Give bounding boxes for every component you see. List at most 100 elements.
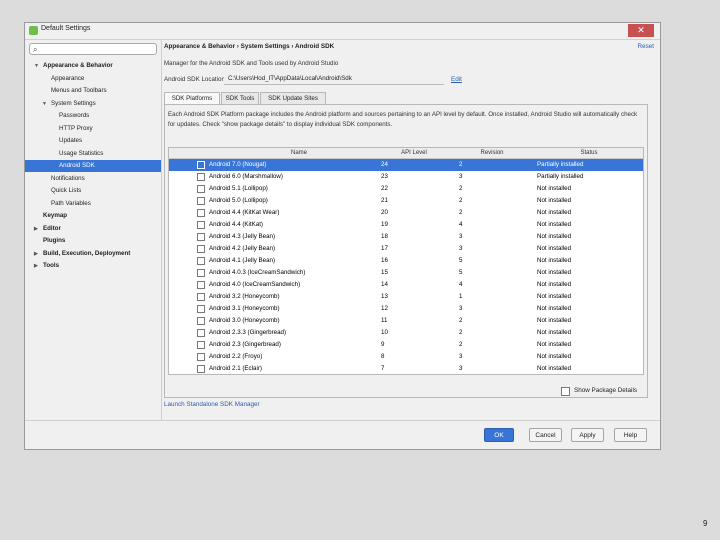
sidebar-item[interactable]: HTTP Proxy [25, 123, 161, 135]
cell-api-level: 19 [381, 221, 388, 228]
cell-revision: 3 [459, 353, 463, 360]
cell-status: Partially installed [537, 173, 584, 180]
expand-right-icon[interactable]: ▶ [34, 260, 38, 272]
row-checkbox[interactable] [197, 233, 205, 241]
row-checkbox[interactable] [197, 329, 205, 337]
table-row[interactable]: Android 5.1 (Lollipop) 22 2 Not installed [169, 183, 643, 195]
sdk-location-field[interactable]: C:\Users\Hod_IT\AppData\Local\Android\Sd… [224, 73, 444, 85]
cancel-button[interactable]: Cancel [529, 428, 562, 442]
search-input[interactable]: ⌕ [29, 43, 157, 55]
cell-name: Android 2.3.3 (Gingerbread) [209, 329, 287, 336]
settings-sidebar: ⌕ ▼ Appearance & Behavior Appearance Menus … [25, 40, 162, 420]
reset-link[interactable]: Reset [638, 43, 654, 50]
table-row[interactable]: Android 5.0 (Lollipop) 21 2 Not installed [169, 195, 643, 207]
row-checkbox[interactable] [197, 341, 205, 349]
row-checkbox[interactable] [197, 281, 205, 289]
tab-sdk-tools[interactable]: SDK Tools [221, 92, 259, 104]
table-row[interactable]: Android 2.3 (Gingerbread) 9 2 Not installed [169, 339, 643, 351]
sidebar-item[interactable]: ▼ Appearance & Behavior [25, 60, 161, 72]
row-checkbox[interactable] [197, 173, 205, 181]
row-checkbox[interactable] [197, 209, 205, 217]
cell-name: Android 7.0 (Nougat) [209, 161, 267, 168]
show-package-details-checkbox[interactable] [561, 387, 570, 396]
table-row[interactable]: Android 4.4 (KitKat Wear) 20 2 Not installe… [169, 207, 643, 219]
sidebar-item[interactable]: ▼ System Settings [25, 98, 161, 110]
table-row[interactable]: Android 6.0 (Marshmallow) 23 3 Partially in… [169, 171, 643, 183]
cell-status: Not installed [537, 281, 572, 288]
table-row[interactable]: Android 3.1 (Honeycomb) 12 3 Not installed [169, 303, 643, 315]
expand-right-icon[interactable]: ▶ [34, 248, 38, 260]
sidebar-item[interactable]: Menus and Toolbars [25, 85, 161, 97]
sidebar-item[interactable]: Passwords [25, 110, 161, 122]
sidebar-item[interactable]: Notifications [25, 173, 161, 185]
cell-status: Not installed [537, 257, 572, 264]
table-row[interactable]: Android 4.0 (IceCreamSandwich) 14 4 Not ins… [169, 279, 643, 291]
table-row[interactable]: Android 4.4 (KitKat) 19 4 Not installed [169, 219, 643, 231]
header-name[interactable]: Name [199, 148, 399, 158]
row-checkbox[interactable] [197, 161, 205, 169]
close-button[interactable]: ✕ [628, 24, 654, 37]
table-row[interactable]: Android 7.0 (Nougat) 24 2 Partially install… [169, 159, 643, 171]
page-description: Manager for the Android SDK and Tools us… [164, 60, 339, 67]
sidebar-item[interactable]: ▶ Tools [25, 260, 161, 272]
row-checkbox[interactable] [197, 269, 205, 277]
row-checkbox[interactable] [197, 353, 205, 361]
cell-status: Not installed [537, 341, 572, 348]
table-row[interactable]: Android 4.0.3 (IceCreamSandwich) 15 5 Not i… [169, 267, 643, 279]
table-row[interactable]: Android 3.0 (Honeycomb) 11 2 Not installed [169, 315, 643, 327]
table-row[interactable]: Android 3.2 (Honeycomb) 13 1 Not installed [169, 291, 643, 303]
table-row[interactable]: Android 2.3.3 (Gingerbread) 10 2 Not instal… [169, 327, 643, 339]
sidebar-item[interactable]: Updates [25, 135, 161, 147]
table-row[interactable]: Android 4.2 (Jelly Bean) 17 3 Not installed [169, 243, 643, 255]
settings-window: Default Settings ✕ ⌕ ▼ Appearance & Behav… [24, 22, 661, 450]
edit-link[interactable]: Edit [451, 76, 462, 83]
sidebar-item[interactable]: Path Variables [25, 198, 161, 210]
table-row[interactable]: Android 4.1 (Jelly Bean) 16 5 Not installed [169, 255, 643, 267]
row-checkbox[interactable] [197, 317, 205, 325]
row-checkbox[interactable] [197, 221, 205, 229]
sidebar-item[interactable]: Keymap [25, 210, 161, 222]
row-checkbox[interactable] [197, 185, 205, 193]
table-row[interactable]: Android 4.3 (Jelly Bean) 18 3 Not installed [169, 231, 643, 243]
row-checkbox[interactable] [197, 245, 205, 253]
cell-status: Partially installed [537, 161, 584, 168]
sidebar-item[interactable]: Plugins [25, 235, 161, 247]
table-row[interactable]: Android 2.1 (Eclair) 7 3 Not installed [169, 363, 643, 374]
expand-down-icon[interactable]: ▼ [42, 98, 47, 110]
sdk-location-label: Android SDK Location: [164, 76, 227, 83]
cell-status: Not installed [537, 317, 572, 324]
tab-sdk-update-sites[interactable]: SDK Update Sites [260, 92, 326, 104]
cell-api-level: 7 [381, 365, 385, 372]
cell-name: Android 3.2 (Honeycomb) [209, 293, 280, 300]
header-revision[interactable]: Revision [457, 148, 527, 158]
row-checkbox[interactable] [197, 365, 205, 373]
sdk-platform-table: Name API Level Revision Status Android 7… [168, 147, 644, 375]
sidebar-item[interactable]: Appearance [25, 73, 161, 85]
launch-sdk-manager-link[interactable]: Launch Standalone SDK Manager [164, 401, 260, 408]
cell-api-level: 20 [381, 209, 388, 216]
expand-right-icon[interactable]: ▶ [34, 223, 38, 235]
cell-revision: 5 [459, 257, 463, 264]
sidebar-item[interactable]: Android SDK [25, 160, 161, 172]
cell-revision: 2 [459, 197, 463, 204]
cell-name: Android 4.0.3 (IceCreamSandwich) [209, 269, 306, 276]
header-api-level[interactable]: API Level [379, 148, 449, 158]
help-button[interactable]: Help [614, 428, 647, 442]
sidebar-item[interactable]: Usage Statistics [25, 148, 161, 160]
apply-button[interactable]: Apply [571, 428, 604, 442]
table-row[interactable]: Android 2.2 (Froyo) 8 3 Not installed [169, 351, 643, 363]
row-checkbox[interactable] [197, 293, 205, 301]
ok-button[interactable]: OK [484, 428, 514, 442]
sidebar-item-label: Passwords [59, 112, 90, 119]
sidebar-item[interactable]: ▶ Build, Execution, Deployment [25, 248, 161, 260]
row-checkbox[interactable] [197, 257, 205, 265]
header-status[interactable]: Status [549, 148, 629, 158]
row-checkbox[interactable] [197, 305, 205, 313]
sidebar-item[interactable]: ▶ Editor [25, 223, 161, 235]
row-checkbox[interactable] [197, 197, 205, 205]
sidebar-item-label: Android SDK [59, 162, 95, 169]
cell-api-level: 9 [381, 341, 385, 348]
sidebar-item[interactable]: Quick Lists [25, 185, 161, 197]
expand-down-icon[interactable]: ▼ [34, 60, 39, 72]
tab-sdk-platforms[interactable]: SDK Platforms [164, 92, 220, 104]
